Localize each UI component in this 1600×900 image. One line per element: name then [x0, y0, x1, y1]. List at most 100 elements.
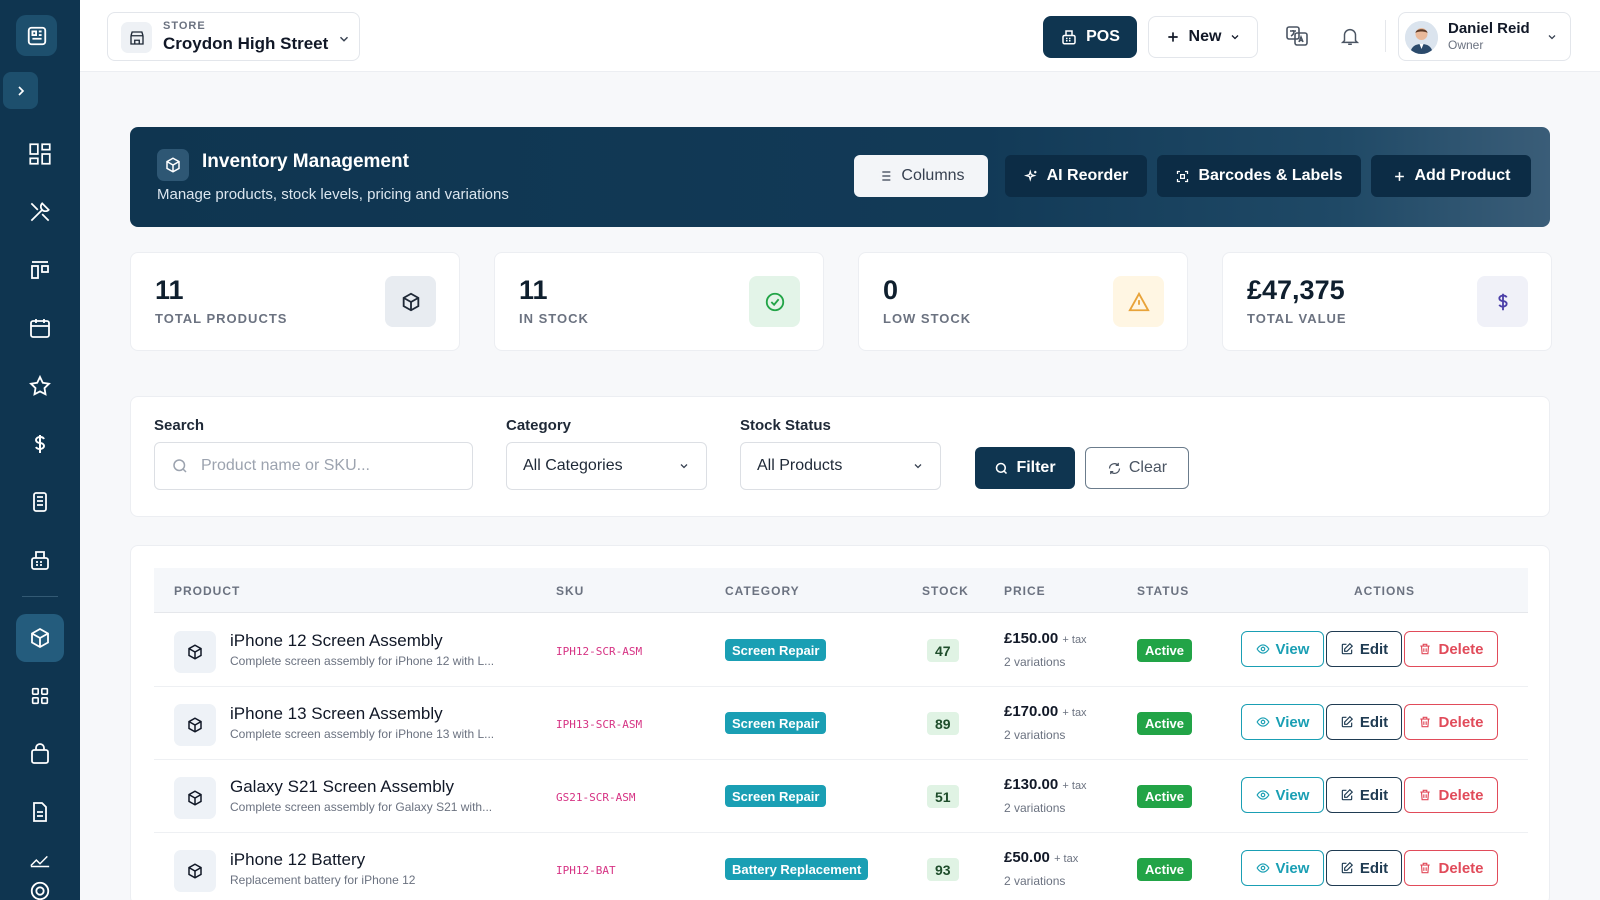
sidebar-item-job-board[interactable]	[16, 246, 64, 294]
sidebar-item-repairs[interactable]	[16, 188, 64, 236]
pos-terminal-icon	[26, 25, 48, 47]
chevron-right-icon	[13, 83, 29, 99]
bag-icon	[28, 742, 52, 766]
sidebar-item-pos[interactable]	[16, 536, 64, 584]
dollar-icon	[28, 432, 52, 456]
stat-value: 11	[519, 275, 548, 305]
store-selector[interactable]: STORE Croydon High Street	[107, 12, 360, 61]
table-row: iPhone 12 Screen Assembly Complete scree…	[154, 614, 1528, 687]
stat-value: £47,375	[1247, 275, 1345, 305]
edit-button[interactable]: Edit	[1326, 704, 1402, 740]
topbar-divider	[1385, 20, 1386, 52]
variations-count: 2 variations	[1004, 801, 1066, 815]
edit-icon	[1340, 715, 1354, 729]
ai-reorder-button[interactable]: AI Reorder	[1005, 155, 1147, 197]
box-icon	[174, 704, 216, 746]
trash-icon	[1418, 861, 1432, 875]
search-input[interactable]: Product name or SKU...	[154, 442, 473, 490]
trash-icon	[1418, 715, 1432, 729]
view-button[interactable]: View	[1241, 631, 1324, 667]
stat-card-total-products: 11 TOTAL PRODUCTS	[130, 252, 460, 351]
view-label: View	[1275, 713, 1310, 731]
edit-icon	[1340, 861, 1354, 875]
translate-button[interactable]	[1283, 22, 1311, 50]
view-label: View	[1275, 859, 1310, 877]
avatar	[1405, 21, 1438, 54]
box-icon	[28, 626, 52, 650]
product-description: Replacement battery for iPhone 12	[230, 873, 416, 887]
view-button[interactable]: View	[1241, 704, 1324, 740]
columns-button[interactable]: Columns	[854, 155, 988, 197]
new-button[interactable]: New	[1148, 16, 1258, 58]
view-label: View	[1275, 786, 1310, 804]
view-button[interactable]: View	[1241, 850, 1324, 886]
sidebar-item-dashboard[interactable]	[16, 130, 64, 178]
sidebar-item-sales[interactable]	[16, 730, 64, 778]
filter-button[interactable]: Filter	[975, 447, 1075, 489]
delete-button[interactable]: Delete	[1404, 631, 1498, 667]
app-logo[interactable]	[16, 15, 57, 56]
edit-label: Edit	[1359, 640, 1389, 658]
column-header-category[interactable]: CATEGORY	[725, 584, 800, 598]
chevron-down-icon	[912, 460, 924, 472]
sidebar-item-finance[interactable]	[16, 420, 64, 468]
sidebar-item-reports[interactable]	[16, 846, 64, 876]
sidebar-item-calendar[interactable]	[16, 304, 64, 352]
delete-button[interactable]: Delete	[1404, 850, 1498, 886]
sidebar-item-apps[interactable]	[16, 672, 64, 720]
category-badge: Screen Repair	[725, 639, 827, 661]
barcodes-labels-button[interactable]: Barcodes & Labels	[1157, 155, 1361, 197]
delete-button[interactable]: Delete	[1404, 777, 1498, 813]
dollar-icon	[1477, 276, 1528, 327]
edit-button[interactable]: Edit	[1326, 777, 1402, 813]
stat-card-total-value: £47,375 TOTAL VALUE	[1222, 252, 1552, 351]
check-circle-icon	[749, 276, 800, 327]
pos-button[interactable]: POS	[1043, 16, 1137, 58]
stock-status-label: Stock Status	[740, 417, 831, 434]
product-sku: IPH12-SCR-ASM	[556, 645, 643, 658]
add-product-button[interactable]: Add Product	[1371, 155, 1531, 197]
inventory-header-banner: Inventory Management Manage products, st…	[130, 127, 1550, 227]
stock-status-select[interactable]: All Products	[740, 442, 941, 490]
product-name[interactable]: Galaxy S21 Screen Assembly	[230, 777, 454, 797]
delete-button[interactable]: Delete	[1404, 704, 1498, 740]
category-select[interactable]: All Categories	[506, 442, 707, 490]
sidebar-item-inventory[interactable]	[16, 614, 64, 662]
column-header-stock[interactable]: STOCK	[922, 584, 969, 598]
search-icon	[171, 457, 189, 475]
view-button[interactable]: View	[1241, 777, 1324, 813]
sidebar-item-reviews[interactable]	[16, 362, 64, 410]
edit-label: Edit	[1359, 786, 1389, 804]
plus-icon	[1165, 29, 1181, 45]
new-button-label: New	[1188, 28, 1222, 45]
column-header-status[interactable]: STATUS	[1137, 584, 1189, 598]
trash-icon	[1418, 642, 1432, 656]
store-label: STORE	[163, 20, 206, 32]
top-bar: STORE Croydon High Street POS New Daniel…	[80, 0, 1600, 72]
sidebar-toggle-button[interactable]	[3, 72, 38, 109]
user-menu[interactable]: Daniel Reid Owner	[1398, 12, 1571, 61]
column-header-price[interactable]: PRICE	[1004, 584, 1046, 598]
kanban-icon	[28, 258, 52, 282]
product-name[interactable]: iPhone 12 Screen Assembly	[230, 631, 443, 651]
category-select-value: All Categories	[523, 457, 623, 474]
column-header-sku[interactable]: SKU	[556, 584, 584, 598]
tools-icon	[27, 199, 53, 225]
category-label: Category	[506, 417, 572, 434]
chevron-down-icon	[678, 460, 690, 472]
sidebar	[0, 0, 80, 900]
notifications-button[interactable]	[1336, 22, 1364, 50]
stock-badge: 89	[927, 712, 959, 735]
edit-button[interactable]: Edit	[1326, 631, 1402, 667]
clear-button[interactable]: Clear	[1085, 447, 1189, 489]
edit-button[interactable]: Edit	[1326, 850, 1402, 886]
sidebar-item-support[interactable]	[16, 880, 64, 900]
product-name[interactable]: iPhone 12 Battery	[230, 850, 365, 870]
chevron-down-icon	[1229, 31, 1241, 43]
column-header-product[interactable]: PRODUCT	[174, 584, 240, 598]
product-name[interactable]: iPhone 13 Screen Assembly	[230, 704, 443, 724]
list-icon	[877, 168, 893, 184]
sidebar-item-devices[interactable]	[16, 478, 64, 526]
sidebar-item-documents[interactable]	[16, 788, 64, 836]
category-badge: Battery Replacement	[725, 858, 869, 880]
